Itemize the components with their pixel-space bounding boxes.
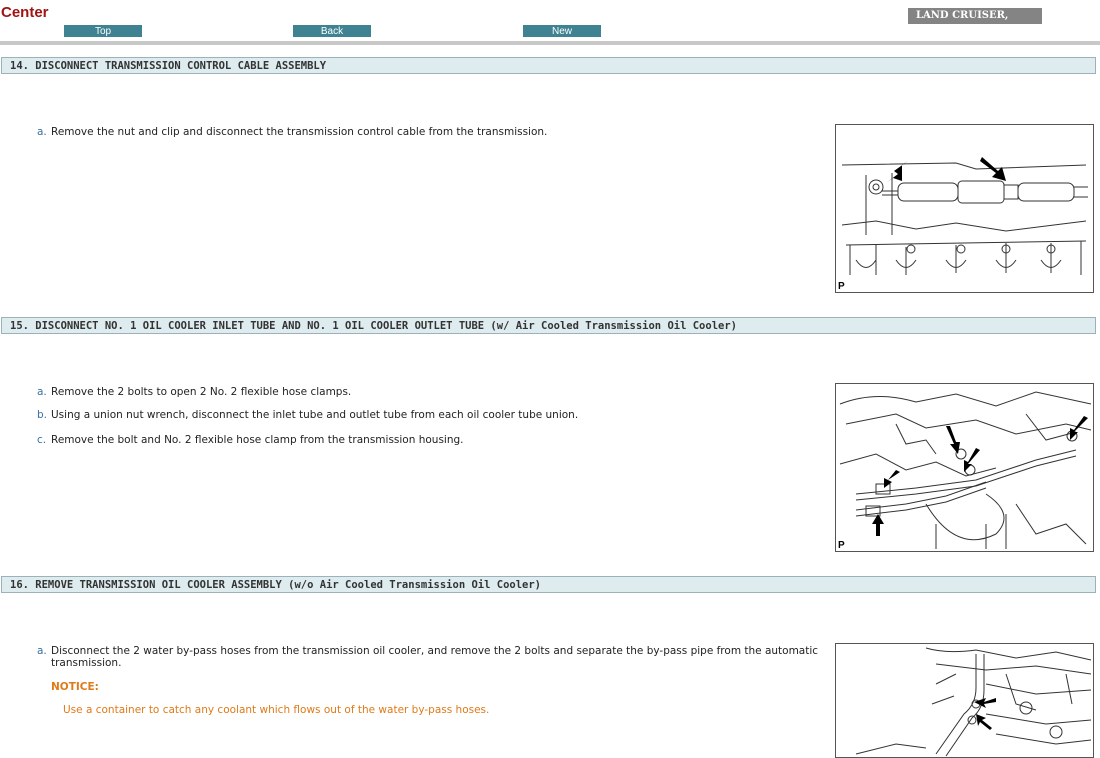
- figure-bypass-hoses: [835, 643, 1094, 758]
- header-divider: [0, 41, 1100, 45]
- step-item: a. Remove the nut and clip and disconnect…: [37, 126, 827, 138]
- control-cable-illustration: [841, 157, 1088, 275]
- app-title: Center: [1, 4, 49, 21]
- step-text: Remove the 2 bolts to open 2 No. 2 flexi…: [51, 386, 352, 398]
- notice-label: NOTICE:: [51, 681, 99, 693]
- step-item: a. Remove the 2 bolts to open 2 No. 2 fle…: [37, 386, 827, 398]
- step-letter: a.: [37, 645, 47, 657]
- step-letter: a.: [37, 126, 47, 138]
- step-item: c. Remove the bolt and No. 2 flexible hos…: [37, 434, 827, 446]
- top-button[interactable]: Top: [64, 25, 142, 37]
- section-heading-16: 16. REMOVE TRANSMISSION OIL COOLER ASSEM…: [1, 576, 1096, 593]
- step-letter: a.: [37, 386, 47, 398]
- step-letter: c.: [37, 434, 47, 446]
- step-text: Using a union nut wrench, disconnect the…: [51, 409, 579, 421]
- step-item: b. Using a union nut wrench, disconnect t…: [37, 409, 827, 421]
- bypass-hoses-illustration: [855, 647, 1092, 757]
- section-heading-15: 15. DISCONNECT NO. 1 OIL COOLER INLET TU…: [1, 317, 1096, 334]
- step-text: Remove the nut and clip and disconnect t…: [51, 126, 548, 138]
- figure-oil-cooler-tubes: P: [835, 383, 1094, 552]
- model-badge: LAND CRUISER,: [908, 8, 1042, 24]
- figure-control-cable: P: [835, 124, 1094, 293]
- oil-cooler-tubes-illustration: [839, 391, 1092, 549]
- step-letter: b.: [37, 409, 48, 421]
- step-text: Remove the bolt and No. 2 flexible hose …: [51, 434, 464, 446]
- back-button[interactable]: Back: [293, 25, 371, 37]
- section-heading-14: 14. DISCONNECT TRANSMISSION CONTROL CABL…: [1, 57, 1096, 74]
- figure-label: P: [838, 540, 845, 551]
- step-text: Disconnect the 2 water by-pass hoses fro…: [51, 645, 819, 669]
- new-button[interactable]: New: [523, 25, 601, 37]
- step-item: a. Disconnect the 2 water by-pass hoses f…: [37, 645, 827, 669]
- notice-text: Use a container to catch any coolant whi…: [63, 704, 490, 716]
- figure-label: P: [838, 281, 845, 292]
